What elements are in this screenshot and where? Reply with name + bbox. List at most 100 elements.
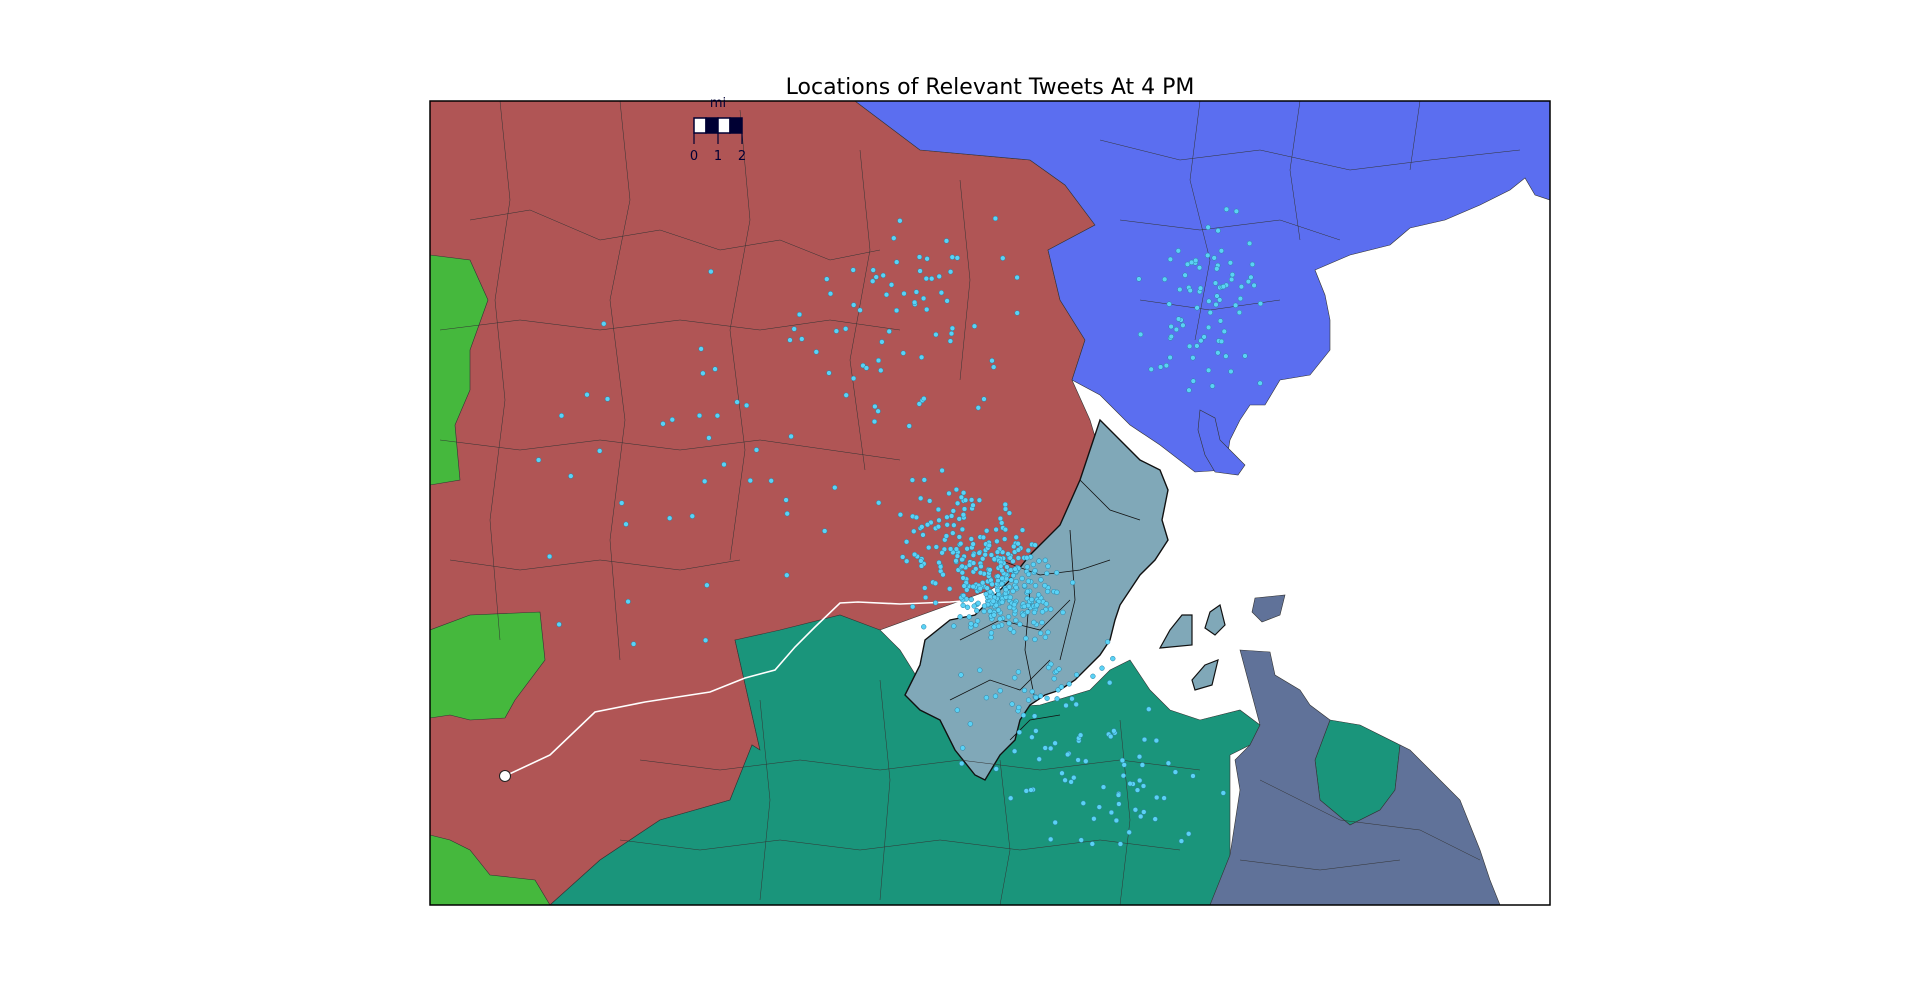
tweet-point (909, 477, 916, 483)
map-area[interactable] (430, 101, 1550, 905)
tweet-point (943, 533, 950, 539)
tweet-point (1048, 836, 1054, 842)
tweet-point (863, 365, 870, 371)
tweet-point (900, 554, 906, 560)
tweet-point (961, 583, 967, 589)
tweet-point (1205, 252, 1211, 259)
tweet-point (601, 321, 607, 327)
tweet-point (1134, 787, 1141, 793)
tweet-point (1220, 790, 1226, 796)
tweet-point (1029, 734, 1035, 740)
tweet-point (980, 534, 987, 541)
tweet-point (999, 520, 1005, 526)
tweet-point (843, 326, 849, 332)
tweet-point (669, 417, 675, 423)
tweet-point (1015, 547, 1022, 553)
tweet-point (660, 421, 666, 427)
tweet-point (888, 282, 895, 288)
tweet-point (1139, 762, 1146, 768)
tweet-point (968, 596, 974, 603)
tweet-point (1059, 770, 1065, 776)
tweet-point (1045, 629, 1051, 635)
tweet-point (1121, 762, 1127, 768)
tweet-point (998, 563, 1004, 569)
tweet-point (1217, 297, 1223, 303)
tweet-point (1071, 775, 1077, 781)
tweet-point (1245, 278, 1252, 285)
tweet-point (956, 534, 962, 540)
tweet-point (913, 289, 920, 295)
tweet-point (999, 581, 1005, 587)
tweet-point (826, 370, 832, 376)
tweet-point (1146, 706, 1152, 712)
tweet-point (546, 553, 553, 560)
tweet-point (1025, 547, 1031, 554)
tweet-point (1100, 784, 1107, 790)
tweet-point (1080, 800, 1086, 806)
tweet-point (1008, 567, 1014, 573)
tweet-point (1007, 626, 1013, 632)
tweet-point (1104, 639, 1111, 645)
tweet-point (970, 560, 977, 566)
tweet-point (870, 267, 876, 273)
tweet-point (1054, 589, 1060, 595)
tweet-point (1032, 568, 1038, 574)
tweet-point (988, 630, 995, 636)
tweet-point (875, 357, 882, 364)
tweet-point (1014, 274, 1020, 281)
tweet-point (1021, 583, 1028, 589)
tweet-point (1029, 688, 1035, 695)
tweet-point (911, 528, 917, 534)
tweet-point (961, 506, 968, 512)
tweet-point (1009, 701, 1015, 707)
tweet-point (997, 688, 1003, 694)
tweet-point (924, 256, 930, 262)
tweet-point (1038, 577, 1044, 583)
tweet-point (880, 272, 886, 279)
tweet-point (1073, 672, 1080, 678)
tweet-point (623, 521, 629, 527)
scale-tick-1: 1 (714, 149, 722, 164)
tweet-point (921, 477, 927, 483)
tweet-point (1137, 777, 1143, 784)
tweet-point (904, 558, 910, 564)
tweet-point (974, 608, 980, 614)
tweet-point (1015, 555, 1022, 561)
tweet-point (948, 513, 955, 519)
tweet-point (927, 498, 933, 504)
tweet-point (1161, 795, 1167, 801)
tweet-point (1002, 506, 1009, 512)
tweet-point (983, 695, 990, 701)
tweet-point (951, 522, 957, 528)
tweet-point (886, 328, 892, 335)
tweet-point (957, 614, 963, 620)
tweet-point (977, 667, 983, 673)
tweet-point (936, 517, 942, 523)
tweet-point (1004, 564, 1010, 570)
tweet-point (959, 563, 965, 569)
map-figure: Locations of Relevant Tweets At 4 PM mi … (429, 75, 1551, 906)
tweet-point (1196, 265, 1203, 271)
tweet-point (954, 553, 961, 559)
tweet-point (832, 484, 838, 491)
tweet-point (753, 447, 760, 453)
tweet-point (1205, 324, 1212, 331)
tweet-point (989, 358, 995, 364)
tweet-point (871, 418, 878, 425)
tweet-point (1136, 754, 1143, 760)
tweet-point (959, 556, 965, 563)
tweet-point (1031, 619, 1037, 626)
tweet-point (968, 536, 974, 542)
tweet-point (894, 259, 900, 265)
tweet-point (857, 307, 863, 313)
tweet-point (1162, 276, 1168, 282)
tweet-point (1042, 634, 1049, 640)
tweet-point (1077, 732, 1084, 738)
tweet-point (1002, 501, 1008, 508)
tweet-point (1178, 838, 1185, 844)
tweet-point (604, 396, 611, 402)
tweet-point (929, 276, 935, 282)
tweet-point (919, 524, 925, 530)
tweet-point (920, 295, 927, 302)
tweet-point (1236, 309, 1243, 316)
